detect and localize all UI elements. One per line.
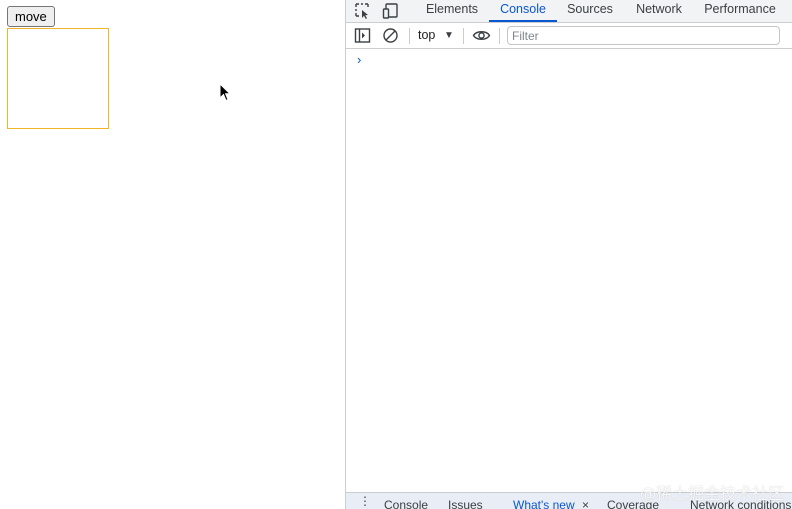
tab-sources[interactable]: Sources bbox=[562, 0, 618, 22]
watermark: @稀土掘金技术社区 bbox=[640, 484, 785, 503]
live-expression-eye-icon[interactable] bbox=[472, 27, 491, 44]
drawer-tab-console[interactable]: Console bbox=[384, 498, 428, 509]
tab-network[interactable]: Network bbox=[629, 0, 689, 22]
tab-elements[interactable]: Elements bbox=[420, 0, 484, 22]
toolbar-divider bbox=[409, 28, 410, 44]
devtools-tabbar: Elements Console Sources Network Perform… bbox=[346, 0, 792, 23]
console-output[interactable]: › bbox=[346, 49, 792, 492]
clear-console-icon[interactable] bbox=[382, 27, 399, 44]
devtools-panel: Elements Console Sources Network Perform… bbox=[345, 0, 792, 509]
drawer-tab-issues[interactable]: Issues bbox=[448, 498, 483, 509]
inspect-element-icon[interactable] bbox=[354, 2, 372, 20]
more-options-icon[interactable]: ⋮ bbox=[359, 495, 371, 507]
mouse-cursor-icon bbox=[219, 83, 231, 102]
toolbar-divider bbox=[499, 28, 500, 44]
tab-console[interactable]: Console bbox=[489, 0, 557, 22]
console-prompt: › bbox=[357, 52, 362, 67]
close-icon[interactable]: × bbox=[582, 498, 589, 509]
filter-input[interactable] bbox=[507, 26, 780, 45]
sidebar-toggle-icon[interactable] bbox=[354, 27, 371, 44]
drawer-tab-whats-new[interactable]: What's new bbox=[513, 498, 575, 509]
chevron-down-icon[interactable]: ▼ bbox=[444, 28, 454, 43]
device-toolbar-icon[interactable] bbox=[382, 2, 400, 20]
animated-box bbox=[7, 28, 109, 129]
page-viewport: move bbox=[0, 0, 345, 509]
move-button[interactable]: move bbox=[7, 6, 55, 27]
tab-performance[interactable]: Performance bbox=[700, 0, 780, 22]
console-toolbar: top ▼ bbox=[346, 23, 792, 49]
toolbar-divider bbox=[463, 28, 464, 44]
context-selector[interactable]: top bbox=[418, 27, 435, 44]
